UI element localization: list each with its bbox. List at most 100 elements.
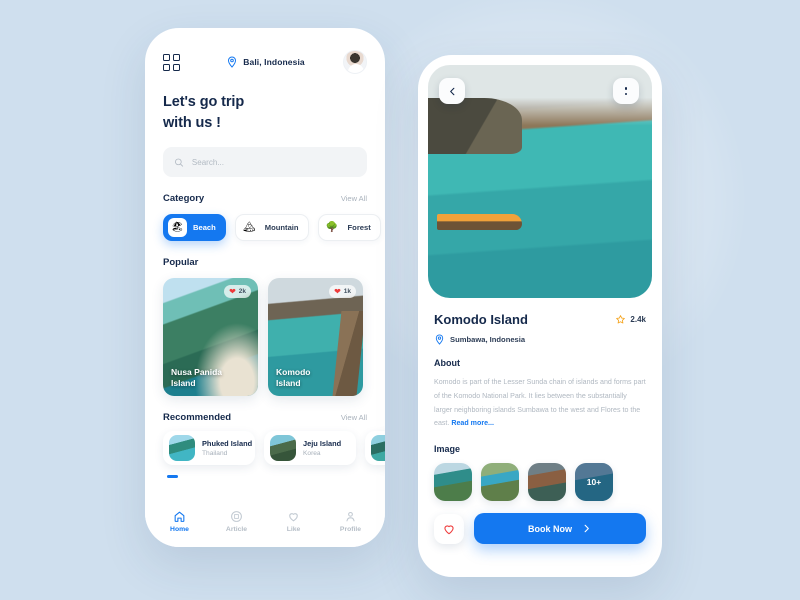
destination-thumbnail xyxy=(371,435,385,462)
popular-card-list: ❤ 2k Nusa Panida Island ❤ 1k Komodo Isla… xyxy=(163,278,367,397)
recommended-title: Recommended xyxy=(163,412,232,424)
like-badge[interactable]: ❤ 1k xyxy=(329,285,356,299)
tab-like[interactable]: Like xyxy=(271,510,317,533)
image-thumbnail-more[interactable]: 10+ xyxy=(575,463,613,502)
hero-boat-shape xyxy=(436,214,523,231)
hero-cliff-shape xyxy=(428,97,523,154)
detail-title: Komodo Island xyxy=(434,312,528,327)
book-now-label: Book Now xyxy=(528,523,572,534)
popular-card[interactable]: ❤ 1k Komodo Island xyxy=(268,278,363,397)
category-chip-label: Mountain xyxy=(264,223,299,233)
heart-icon: ❤ xyxy=(334,286,341,296)
scroll-handle xyxy=(167,475,178,478)
image-thumbnail-list: 10+ xyxy=(434,463,646,502)
phone-detail-screen: Komodo Island 2.4k Sumbawa, Indonesia Ab… xyxy=(418,55,662,577)
recommended-card-country: Thailand xyxy=(202,450,228,458)
image-more-count: 10+ xyxy=(586,477,602,488)
home-icon xyxy=(174,511,185,522)
tab-home[interactable]: Home xyxy=(157,510,203,533)
more-vertical-icon xyxy=(624,92,628,96)
chevron-right-icon xyxy=(584,525,589,533)
like-badge[interactable]: ❤ 2k xyxy=(224,285,251,299)
popular-card-title-line2: Island xyxy=(276,377,301,388)
article-icon xyxy=(231,510,242,522)
popular-card[interactable]: ❤ 2k Nusa Panida Island xyxy=(163,278,258,397)
detail-location-label: Sumbawa, Indonesia xyxy=(450,335,526,344)
recommended-card[interactable]: Phuked Island Thailand xyxy=(163,431,255,466)
popular-card-title-line1: Nusa Panida xyxy=(171,366,223,377)
grid-menu-icon[interactable] xyxy=(163,53,180,71)
bottom-tab-bar: Home Article Like Profile xyxy=(145,499,385,547)
more-vertical-icon xyxy=(624,86,628,90)
popular-title: Popular xyxy=(163,257,199,269)
location-pin-icon xyxy=(435,334,444,345)
star-icon xyxy=(616,315,626,324)
search-bar[interactable] xyxy=(163,147,367,178)
popular-card-title-line2: Island xyxy=(171,377,196,388)
recommended-card-partial[interactable] xyxy=(365,431,385,466)
like-count: 2k xyxy=(238,288,246,296)
recommended-card-title: Jeju Island xyxy=(303,439,342,449)
category-header: Category View All xyxy=(163,193,367,204)
tab-article[interactable]: Article xyxy=(214,510,260,533)
image-thumbnail[interactable] xyxy=(528,463,566,502)
category-chip-forest[interactable]: 🌳 Forest xyxy=(317,214,381,242)
category-chip-label: Beach xyxy=(193,223,216,233)
image-thumbnail[interactable] xyxy=(434,463,472,502)
read-more-link[interactable]: Read more... xyxy=(451,419,494,427)
phone-home-screen: Bali, Indonesia Let's go trip with us ! … xyxy=(145,28,385,547)
back-button[interactable] xyxy=(439,78,465,104)
recommended-view-all-link[interactable]: View All xyxy=(341,413,367,422)
popular-header: Popular xyxy=(163,257,367,268)
more-options-button[interactable] xyxy=(613,78,639,104)
tab-label: Like xyxy=(286,525,301,533)
page-title: Let's go trip with us ! xyxy=(163,92,367,133)
heart-icon xyxy=(289,512,298,521)
home-topbar: Bali, Indonesia xyxy=(163,48,367,76)
hero-image xyxy=(428,65,652,298)
tab-label: Home xyxy=(170,525,189,533)
image-thumbnail[interactable] xyxy=(481,463,519,502)
person-icon xyxy=(346,511,355,521)
search-input[interactable] xyxy=(191,157,356,167)
about-heading: About xyxy=(434,358,460,368)
recommended-card[interactable]: Jeju Island Korea xyxy=(264,431,356,466)
recommended-card-list: Phuked Island Thailand Jeju Island Korea xyxy=(163,431,385,466)
popular-card-title-line1: Komodo xyxy=(276,366,311,377)
forest-icon: 🌳 xyxy=(322,218,342,238)
location-pin-icon xyxy=(228,56,237,68)
category-chip-label: Forest xyxy=(347,223,371,233)
category-chip-list: 🏖 Beach 🏔 Mountain 🌳 Forest xyxy=(163,214,381,242)
heart-icon: ❤ xyxy=(229,286,236,296)
mountain-icon: 🏔 xyxy=(239,218,259,238)
chevron-left-icon xyxy=(449,87,454,95)
hero-pier-shape xyxy=(573,149,652,298)
location-selector[interactable]: Bali, Indonesia xyxy=(226,56,305,68)
popular-card-title: Komodo Island xyxy=(276,367,310,388)
category-chip-beach[interactable]: 🏖 Beach xyxy=(163,214,226,242)
popular-card-title: Nusa Panida Island xyxy=(171,367,222,388)
destination-thumbnail xyxy=(169,435,195,462)
rating-value: 2.4k xyxy=(630,315,646,324)
cta-row: Book Now xyxy=(434,513,646,545)
category-view-all-link[interactable]: View All xyxy=(341,194,367,203)
beach-icon: 🏖 xyxy=(168,218,187,238)
favorite-button[interactable] xyxy=(434,513,464,544)
category-title: Category xyxy=(163,193,205,205)
headline-line-1: Let's go trip xyxy=(163,94,245,110)
destination-thumbnail xyxy=(270,435,296,462)
like-count: 1k xyxy=(343,288,351,296)
tab-profile[interactable]: Profile xyxy=(328,510,374,533)
category-chip-mountain[interactable]: 🏔 Mountain xyxy=(234,214,309,242)
book-now-button[interactable]: Book Now xyxy=(474,513,646,545)
tab-label: Article xyxy=(225,525,248,533)
avatar[interactable] xyxy=(343,50,367,74)
search-icon xyxy=(175,158,184,167)
recommended-card-country: Korea xyxy=(303,450,321,458)
headline-line-2: with us ! xyxy=(163,114,221,131)
recommended-header: Recommended View All xyxy=(163,412,367,423)
detail-title-row: Komodo Island 2.4k xyxy=(434,312,646,327)
detail-location: Sumbawa, Indonesia xyxy=(434,334,646,345)
image-heading: Image xyxy=(434,444,461,455)
about-paragraph: Komodo is part of the Lesser Sunda chain… xyxy=(434,376,646,431)
